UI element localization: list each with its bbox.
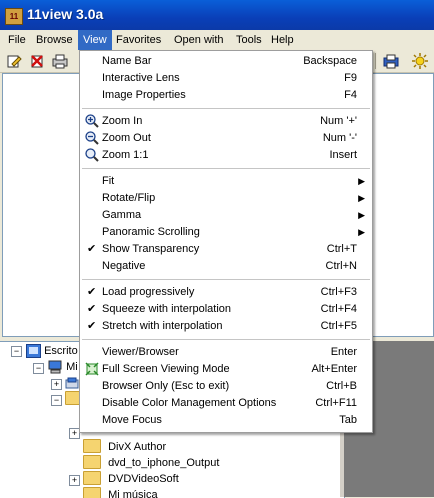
- menu-item-negative[interactable]: Negative Ctrl+N: [80, 258, 372, 275]
- menu-item-disable-color-management[interactable]: Disable Color Management Options Ctrl+F1…: [80, 395, 372, 412]
- submenu-arrow-icon: ▶: [358, 227, 365, 237]
- menu-help[interactable]: Help: [266, 30, 299, 50]
- menu-browse[interactable]: Browse: [31, 30, 78, 50]
- edit-icon[interactable]: [6, 53, 22, 69]
- tree-item-drive[interactable]: [65, 375, 80, 391]
- collapse-icon[interactable]: −: [11, 346, 22, 357]
- folder-icon: [83, 471, 101, 486]
- menu-item-full-screen[interactable]: Full Screen Viewing Mode Alt+Enter: [80, 361, 372, 378]
- menu-tools[interactable]: Tools: [231, 30, 267, 50]
- computer-icon: [48, 360, 62, 374]
- submenu-arrow-icon: ▶: [358, 210, 365, 220]
- menu-item-stretch-interpolation[interactable]: ✔ Stretch with interpolation Ctrl+F5: [80, 318, 372, 335]
- menu-item-name-bar[interactable]: Name Bar Backspace: [80, 53, 372, 70]
- menu-item-interactive-lens[interactable]: Interactive Lens F9: [80, 70, 372, 87]
- menu-open-with[interactable]: Open with: [169, 30, 229, 50]
- menu-item-move-focus[interactable]: Move Focus Tab: [80, 412, 372, 429]
- folder-icon: [83, 455, 101, 470]
- menu-item-zoom-1-1[interactable]: Zoom 1:1 Insert: [80, 147, 372, 164]
- menu-item-zoom-in[interactable]: Zoom In Num '+': [80, 113, 372, 130]
- settings-sun-icon[interactable]: [412, 53, 428, 69]
- tree-item-divx-author[interactable]: DivX Author: [83, 439, 166, 455]
- checkmark-icon: ✔: [87, 286, 97, 298]
- fullscreen-icon: [85, 362, 99, 376]
- checkmark-icon: ✔: [87, 303, 97, 315]
- menu-item-viewer-browser[interactable]: Viewer/Browser Enter: [80, 344, 372, 361]
- menu-item-browser-only[interactable]: Browser Only (Esc to exit) Ctrl+B: [80, 378, 372, 395]
- collapse-icon[interactable]: −: [33, 363, 44, 374]
- checkmark-icon: ✔: [87, 320, 97, 332]
- menu-item-panoramic-scrolling[interactable]: Panoramic Scrolling ▶: [80, 224, 372, 241]
- menu-item-zoom-out[interactable]: Zoom Out Num '-': [80, 130, 372, 147]
- menu-separator: [82, 168, 370, 169]
- menu-item-fit[interactable]: Fit ▶: [80, 173, 372, 190]
- menu-separator: [82, 279, 370, 280]
- folder-icon: [83, 439, 101, 454]
- tree-item-dvdvideosoft[interactable]: DVDVideoSoft: [83, 471, 179, 487]
- tree-item-my-computer[interactable]: Mi: [48, 359, 78, 375]
- menu-file[interactable]: File: [3, 30, 31, 50]
- menu-favorites[interactable]: Favorites: [111, 30, 166, 50]
- print-preview-icon[interactable]: [383, 53, 399, 69]
- tree-item-mi-musica[interactable]: Mi música: [83, 487, 158, 498]
- zoom-actual-icon: [85, 148, 99, 162]
- zoom-in-icon: [85, 114, 99, 128]
- expand-icon[interactable]: +: [51, 379, 62, 390]
- title-bar[interactable]: 11 11view 3.0a: [0, 0, 434, 30]
- drive-icon: [65, 377, 79, 389]
- expand-icon[interactable]: +: [69, 475, 80, 486]
- menu-item-show-transparency[interactable]: ✔ Show Transparency Ctrl+T: [80, 241, 372, 258]
- menu-view[interactable]: View: [78, 30, 112, 50]
- view-menu-dropdown: Name Bar Backspace Interactive Lens F9 I…: [79, 50, 373, 433]
- app-icon[interactable]: 11: [5, 8, 23, 25]
- zoom-out-icon: [85, 131, 99, 145]
- print-icon[interactable]: [52, 53, 68, 69]
- tree-item-desktop[interactable]: Escrito: [26, 343, 78, 359]
- menu-item-load-progressively[interactable]: ✔ Load progressively Ctrl+F3: [80, 284, 372, 301]
- menu-item-rotate-flip[interactable]: Rotate/Flip ▶: [80, 190, 372, 207]
- menu-item-squeeze-interpolation[interactable]: ✔ Squeeze with interpolation Ctrl+F4: [80, 301, 372, 318]
- submenu-arrow-icon: ▶: [358, 176, 365, 186]
- menu-item-image-properties[interactable]: Image Properties F4: [80, 87, 372, 104]
- checkmark-icon: ✔: [87, 243, 97, 255]
- desktop-icon: [26, 344, 41, 359]
- menu-item-gamma[interactable]: Gamma ▶: [80, 207, 372, 224]
- folder-icon: [83, 487, 101, 498]
- submenu-arrow-icon: ▶: [358, 193, 365, 203]
- toolbar-separator: [375, 53, 376, 69]
- collapse-icon[interactable]: −: [51, 395, 62, 406]
- delete-icon[interactable]: [29, 53, 45, 69]
- tree-item-dvd-to-iphone[interactable]: dvd_to_iphone_Output: [83, 455, 219, 471]
- menu-separator: [82, 108, 370, 109]
- window-title: 11view 3.0a: [27, 6, 104, 22]
- menu-bar: File Browse View Favorites Open with Too…: [0, 30, 434, 50]
- menu-separator: [82, 339, 370, 340]
